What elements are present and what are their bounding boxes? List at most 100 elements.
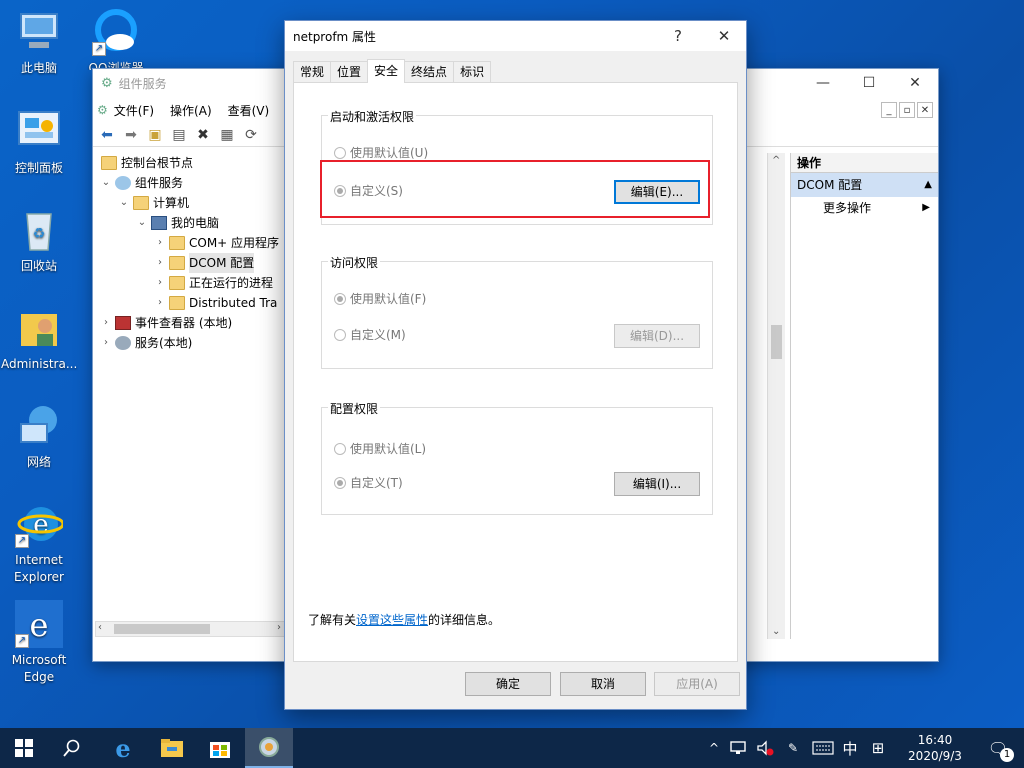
chevron-right-icon[interactable]: ›: [153, 233, 167, 253]
desktop-icon-internet-explorer[interactable]: e ↗ Internet Explorer: [1, 500, 77, 586]
touch-keyboard-icon[interactable]: [810, 728, 836, 768]
ime-options-grid-icon[interactable]: ⊞: [866, 728, 890, 768]
user-folder-icon: [15, 304, 63, 352]
scrollbar-thumb[interactable]: [114, 624, 210, 634]
ime-mode-indicator[interactable]: 中: [838, 728, 862, 768]
chevron-down-icon[interactable]: ⌄: [99, 173, 113, 193]
chevron-down-icon[interactable]: ⌄: [135, 213, 149, 233]
apply-button[interactable]: 应用(A): [654, 672, 740, 696]
dialog-close-button[interactable]: ✕: [701, 21, 747, 51]
tree-item-com-apps[interactable]: › COM+ 应用程序: [153, 233, 279, 253]
cancel-button[interactable]: 取消: [560, 672, 646, 696]
computer-icon: [15, 8, 63, 56]
show-hidden-icons-chevron-up-icon[interactable]: ^: [705, 728, 723, 768]
chevron-right-icon[interactable]: ›: [99, 333, 113, 353]
scroll-up-icon[interactable]: ^: [772, 155, 780, 166]
result-pane-vertical-scrollbar[interactable]: ^ ⌄: [767, 153, 785, 639]
properties-dialog[interactable]: netprofm 属性 ? ✕ 常规 位置 安全 终结点 标识 启动和激活权限 …: [284, 20, 747, 710]
tab-endpoints[interactable]: 终结点: [404, 61, 454, 83]
tree-item-computers[interactable]: ⌄ 计算机: [117, 193, 189, 213]
config-default-radio[interactable]: 使用默认值(L): [334, 440, 426, 457]
scrollbar-thumb[interactable]: [771, 325, 782, 359]
actions-section-dcom[interactable]: DCOM 配置 ▲: [791, 173, 938, 197]
clock[interactable]: 16:40 2020/9/3: [900, 728, 970, 768]
menu-view[interactable]: 查看(V): [228, 102, 270, 119]
mdi-minimize-button[interactable]: _: [881, 102, 897, 118]
taskbar-file-explorer-button[interactable]: [148, 728, 196, 768]
properties-icon[interactable]: ▦: [217, 125, 237, 145]
menu-file[interactable]: 文件(F): [114, 102, 154, 119]
chevron-right-icon[interactable]: ›: [153, 293, 167, 313]
clock-time: 16:40: [918, 732, 953, 748]
menu-action[interactable]: 操作(A): [170, 102, 212, 119]
qq-browser-icon: ↗: [92, 8, 140, 56]
pen-workspace-icon[interactable]: ✎: [782, 728, 804, 768]
help-button[interactable]: ?: [655, 21, 701, 51]
tree-item-dcom-config[interactable]: › DCOM 配置: [153, 253, 254, 273]
up-folder-icon[interactable]: ▣: [145, 125, 165, 145]
dialog-titlebar[interactable]: netprofm 属性 ? ✕: [285, 21, 746, 51]
access-custom-radio[interactable]: 自定义(M): [334, 326, 406, 343]
access-default-radio[interactable]: 使用默认值(F): [334, 290, 426, 307]
tree-horizontal-scrollbar[interactable]: ‹ ›: [95, 621, 285, 637]
chevron-right-icon[interactable]: ›: [99, 313, 113, 333]
taskbar-component-services-button[interactable]: [245, 728, 293, 768]
tab-location[interactable]: 位置: [330, 61, 368, 83]
desktop-icon-recycle-bin[interactable]: ♻ 回收站: [1, 206, 77, 275]
search-button[interactable]: [48, 728, 96, 768]
desktop-icon-this-pc[interactable]: 此电脑: [1, 8, 77, 77]
tree-item-services[interactable]: › 服务(本地): [99, 333, 192, 353]
network-status-icon[interactable]: [728, 728, 750, 768]
forward-arrow-icon[interactable]: ➡: [121, 125, 141, 145]
taskbar-edge-button[interactable]: e: [99, 728, 147, 768]
collapse-up-icon[interactable]: ▲: [924, 173, 932, 197]
chevron-right-icon[interactable]: ›: [153, 253, 167, 273]
back-arrow-icon[interactable]: ⬅: [97, 125, 117, 145]
chevron-right-icon[interactable]: ›: [153, 273, 167, 293]
close-button[interactable]: ✕: [892, 69, 938, 97]
desktop-icon-edge[interactable]: e ↗ Microsoft Edge: [1, 600, 77, 686]
volume-muted-icon[interactable]: [754, 728, 776, 768]
desktop-icon-label: 此电脑: [1, 60, 77, 77]
minimize-button[interactable]: —: [800, 69, 846, 97]
refresh-icon[interactable]: ⟳: [241, 125, 261, 145]
ok-button[interactable]: 确定: [465, 672, 551, 696]
mdi-restore-button[interactable]: ▫: [899, 102, 915, 118]
chevron-down-icon[interactable]: ⌄: [117, 193, 131, 213]
config-custom-radio[interactable]: 自定义(T): [334, 474, 403, 491]
component-services-icon: [115, 176, 131, 190]
taskbar-store-button[interactable]: [196, 728, 244, 768]
action-center-button[interactable]: 🗨 1: [978, 728, 1018, 768]
shortcut-arrow-icon: ↗: [15, 634, 29, 648]
tab-identity[interactable]: 标识: [453, 61, 491, 83]
desktop-icon-control-panel[interactable]: 控制面板: [1, 108, 77, 177]
scroll-down-icon[interactable]: ⌄: [772, 626, 780, 637]
delete-icon[interactable]: ✖: [193, 125, 213, 145]
more-actions-item[interactable]: 更多操作 ▶: [791, 197, 938, 219]
start-button[interactable]: [0, 728, 48, 768]
tree-item-my-computer[interactable]: ⌄ 我的电脑: [135, 213, 219, 233]
tree-item-running-processes[interactable]: › 正在运行的进程: [153, 273, 273, 293]
desktop-icon-network[interactable]: 网络: [1, 402, 77, 471]
tab-general[interactable]: 常规: [293, 61, 331, 83]
launch-default-radio[interactable]: 使用默认值(U): [334, 144, 428, 161]
network-icon: [15, 402, 63, 450]
tree-item-event-viewer[interactable]: › 事件查看器 (本地): [99, 313, 232, 333]
tree-item-component-services[interactable]: ⌄ 组件服务: [99, 173, 183, 193]
console-tree: 控制台根节点 ⌄ 组件服务 ⌄ 计算机 ⌄ 我的电脑 › COM+ 应用程序 ›…: [95, 153, 285, 639]
tree-item-distributed-transaction[interactable]: › Distributed Tra: [153, 293, 277, 313]
access-edit-button[interactable]: 编辑(D)...: [614, 324, 700, 348]
desktop-icon-qq-browser[interactable]: ↗ QQ浏览器: [78, 8, 154, 70]
desktop-icon-administrator[interactable]: Administra...: [1, 304, 77, 373]
mdi-close-button[interactable]: ✕: [917, 102, 933, 118]
scroll-right-icon[interactable]: ›: [277, 622, 281, 633]
settings-help-link[interactable]: 设置这些属性: [356, 613, 428, 627]
tree-item-console-root[interactable]: 控制台根节点: [99, 153, 193, 173]
config-edit-button[interactable]: 编辑(I)...: [614, 472, 700, 496]
shortcut-arrow-icon: ↗: [92, 42, 106, 56]
tab-security[interactable]: 安全: [367, 59, 405, 83]
show-hide-tree-icon[interactable]: ▤: [169, 125, 189, 145]
scroll-left-icon[interactable]: ‹: [98, 622, 102, 633]
maximize-button[interactable]: ☐: [846, 69, 892, 97]
folder-icon: [169, 256, 185, 270]
